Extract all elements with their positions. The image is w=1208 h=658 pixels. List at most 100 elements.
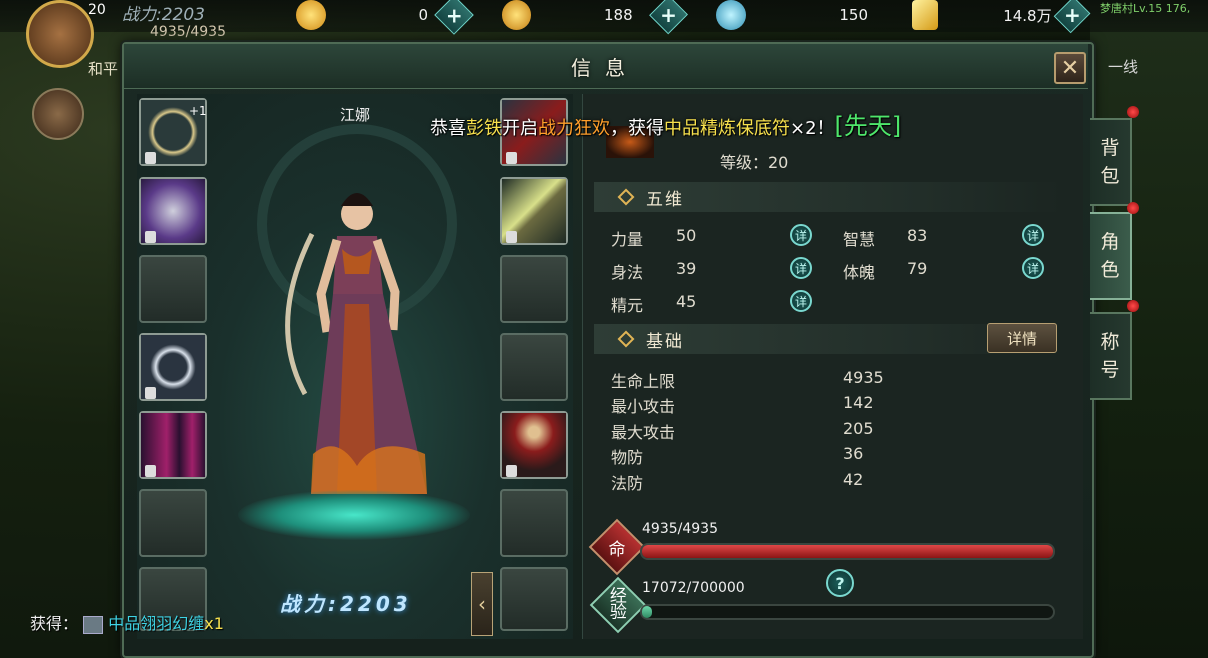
tab-title[interactable]: 称号	[1090, 312, 1132, 400]
equip-slot-robe[interactable]	[500, 411, 568, 479]
notification-dot	[1127, 106, 1139, 118]
character-pedestal	[238, 490, 470, 540]
player-level: 20	[88, 2, 106, 18]
equip-slot-leg[interactable]	[139, 411, 207, 479]
help-button[interactable]: ?	[826, 569, 854, 597]
hp-bar-fill	[642, 545, 1053, 558]
equip-slot-bangle[interactable]	[500, 489, 568, 557]
gold-ingot-icon	[912, 0, 938, 30]
stat-label: 精元	[611, 296, 644, 315]
resource-gold-value: 14.8万	[1003, 6, 1052, 25]
basic-stat-label: 最小攻击	[611, 397, 676, 416]
equip-slot-necklace[interactable]	[500, 255, 568, 323]
add-coin-button[interactable]: +	[434, 0, 474, 35]
hp-bar	[640, 543, 1055, 560]
equip-slot-belt[interactable]	[500, 333, 568, 401]
spirit-drop-icon	[716, 0, 746, 30]
item-icon	[83, 615, 104, 634]
collapse-arrow-button[interactable]: ‹	[471, 572, 493, 636]
equip-slot-bracelet[interactable]	[139, 489, 207, 557]
stat-label: 智慧	[843, 230, 876, 249]
stat-detail-button[interactable]: 详	[1022, 224, 1044, 246]
basic-stat-label: 最大攻击	[611, 423, 676, 442]
level-label: 等级：20	[720, 153, 789, 172]
talisman-icon	[502, 569, 566, 629]
basic-stat-value: 205	[843, 419, 874, 438]
lock-icon	[506, 152, 517, 164]
close-button[interactable]: ✕	[1054, 52, 1086, 84]
basic-stat-value: 142	[843, 393, 874, 412]
basic-title: 基础	[646, 331, 684, 352]
tab-bag[interactable]: 背包	[1090, 118, 1132, 206]
stat-value: 79	[907, 259, 928, 278]
lock-icon	[145, 231, 156, 243]
bracelet-icon	[141, 491, 205, 555]
stat-detail-button[interactable]: 详	[790, 290, 812, 312]
lock-icon	[506, 465, 517, 477]
stat-detail-button[interactable]: 详	[790, 224, 812, 246]
equip-slot-shoulder[interactable]	[139, 177, 207, 245]
stat-value: 83	[907, 226, 928, 245]
glove-icon	[141, 257, 205, 321]
chevron-left-icon: ‹	[478, 592, 486, 616]
close-icon: ✕	[1060, 55, 1080, 81]
resource-bound-coin-value: 188	[604, 6, 633, 24]
notification-dot	[1127, 202, 1139, 214]
belt-icon	[502, 335, 566, 399]
stat-label: 身法	[611, 263, 644, 282]
exp-bar-fill	[642, 606, 652, 618]
exp-bar	[640, 604, 1055, 620]
pk-mode[interactable]: 和平	[88, 58, 118, 79]
basic-stat-value: 42	[843, 470, 864, 489]
lock-icon	[506, 231, 517, 243]
hp-text: 4935/4935	[642, 521, 718, 537]
basic-stat-label: 法防	[611, 474, 644, 493]
item-gain-notice: 获得： 中品翎羽幻缠x1	[30, 614, 224, 634]
details-button[interactable]: 详情	[987, 323, 1057, 353]
resource-gold: 14.8万 +	[912, 0, 1091, 34]
five-dim-header: 五维	[594, 182, 1062, 212]
basic-stat-value: 36	[843, 444, 864, 463]
equip-slot-bracer[interactable]	[500, 177, 568, 245]
bound-coin-icon	[502, 0, 532, 30]
stat-label: 力量	[611, 230, 644, 249]
channel-label[interactable]: 一线	[1108, 56, 1138, 77]
resource-spirit: 150	[716, 0, 868, 30]
resource-coin: 0 +	[296, 0, 474, 35]
resource-coin-value: 0	[418, 6, 428, 24]
stat-value: 50	[676, 226, 697, 245]
equip-slot-glove[interactable]	[139, 255, 207, 323]
diamond-icon	[617, 330, 635, 348]
lock-icon	[145, 465, 156, 477]
location-text: 梦唐村Lv.15 176,	[1100, 2, 1191, 15]
exp-text: 17072/700000	[642, 580, 745, 596]
stat-detail-button[interactable]: 详	[1022, 257, 1044, 279]
player-avatar[interactable]	[26, 0, 94, 68]
character-name: 江娜	[339, 106, 370, 124]
coin-icon	[296, 0, 326, 30]
stat-label: 体魄	[843, 263, 876, 282]
equip-slot-talisman[interactable]	[500, 567, 568, 631]
lock-icon	[145, 152, 156, 164]
bangle-icon	[502, 491, 566, 555]
stat-value: 45	[676, 292, 697, 311]
resource-bound-coin: 188 +	[502, 0, 688, 35]
basic-stat-label: 物防	[611, 448, 644, 467]
panel-title: 信息	[571, 56, 639, 80]
system-announcement: 恭喜彭铁开启战力狂欢，获得中品精炼保底符×2！[先天]	[430, 112, 902, 140]
stat-detail-button[interactable]: 详	[790, 257, 812, 279]
tab-character[interactable]: 角色	[1090, 212, 1132, 300]
five-dim-title: 五维	[646, 189, 684, 210]
resource-spirit-value: 150	[839, 6, 868, 24]
basic-stat-value: 4935	[843, 368, 884, 387]
pet-avatar[interactable]	[32, 88, 84, 140]
character-power: 战力:2203	[280, 592, 412, 616]
player-power: 战力:2203	[122, 5, 205, 25]
necklace-icon	[502, 257, 566, 321]
equip-slot-ring[interactable]	[139, 333, 207, 401]
lock-icon	[145, 387, 156, 399]
stat-value: 39	[676, 259, 697, 278]
diamond-icon	[617, 188, 635, 206]
basic-stat-label: 生命上限	[611, 372, 676, 391]
equip-slot-halo[interactable]: +1	[139, 98, 207, 166]
